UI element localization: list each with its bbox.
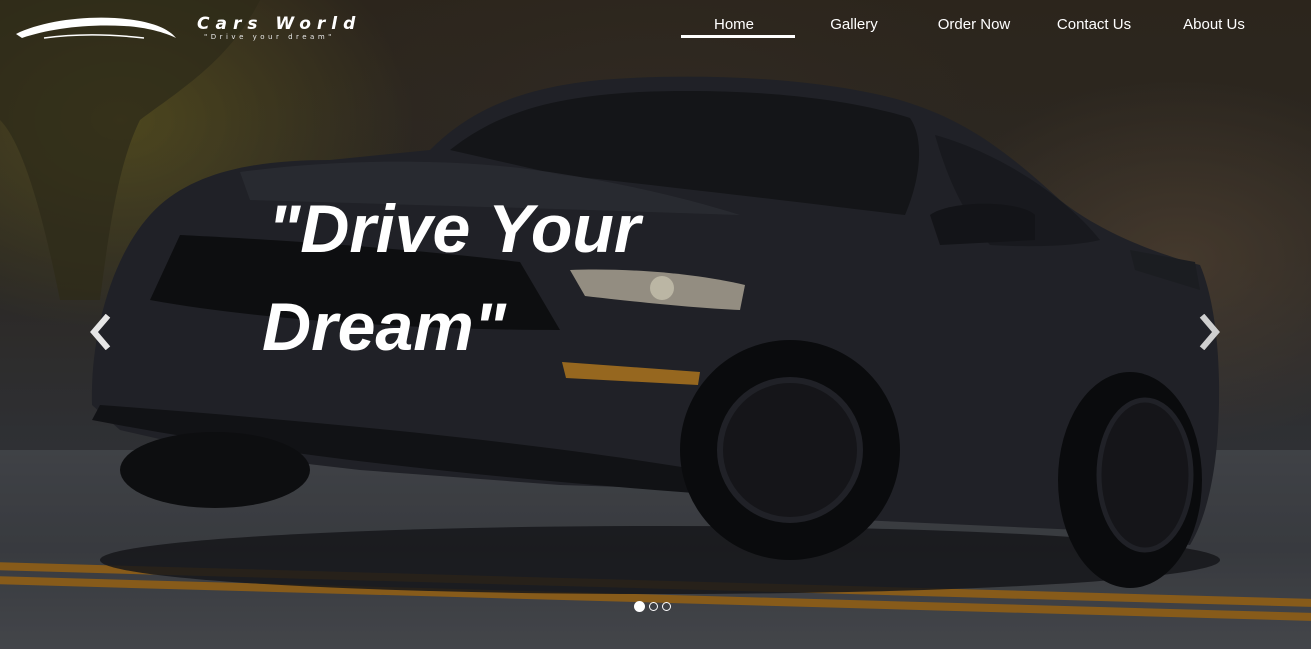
- brand-tagline: "Drive your dream": [204, 33, 335, 41]
- headline-line-1: "Drive Your: [268, 191, 641, 267]
- chevron-right-icon: [1199, 313, 1220, 351]
- nav-order-now[interactable]: Order Now: [914, 12, 1034, 36]
- hero-headline: "Drive Your Dream": [262, 180, 722, 376]
- carousel-indicators: [634, 601, 671, 612]
- nav-about-us[interactable]: About Us: [1154, 12, 1274, 36]
- brand-logo[interactable]: Cars World "Drive your dream": [14, 12, 374, 46]
- headline-line-2: Dream": [262, 289, 506, 365]
- car-swoosh-icon: [16, 17, 176, 39]
- carousel-dot-2[interactable]: [649, 602, 658, 611]
- carousel-prev-button[interactable]: [86, 313, 114, 351]
- carousel-dot-1[interactable]: [634, 601, 645, 612]
- nav-home[interactable]: Home: [674, 12, 795, 38]
- nav-contact-us[interactable]: Contact Us: [1034, 12, 1154, 36]
- carousel-dot-3[interactable]: [662, 602, 671, 611]
- nav-gallery[interactable]: Gallery: [794, 12, 914, 36]
- brand-name: Cars World: [197, 14, 362, 34]
- chevron-left-icon: [90, 313, 111, 351]
- main-nav: Home Gallery Order Now Contact Us About …: [674, 12, 1274, 42]
- carousel-next-button[interactable]: [1196, 313, 1224, 351]
- hero-carousel: Cars World "Drive your dream" Home Galle…: [0, 0, 1311, 649]
